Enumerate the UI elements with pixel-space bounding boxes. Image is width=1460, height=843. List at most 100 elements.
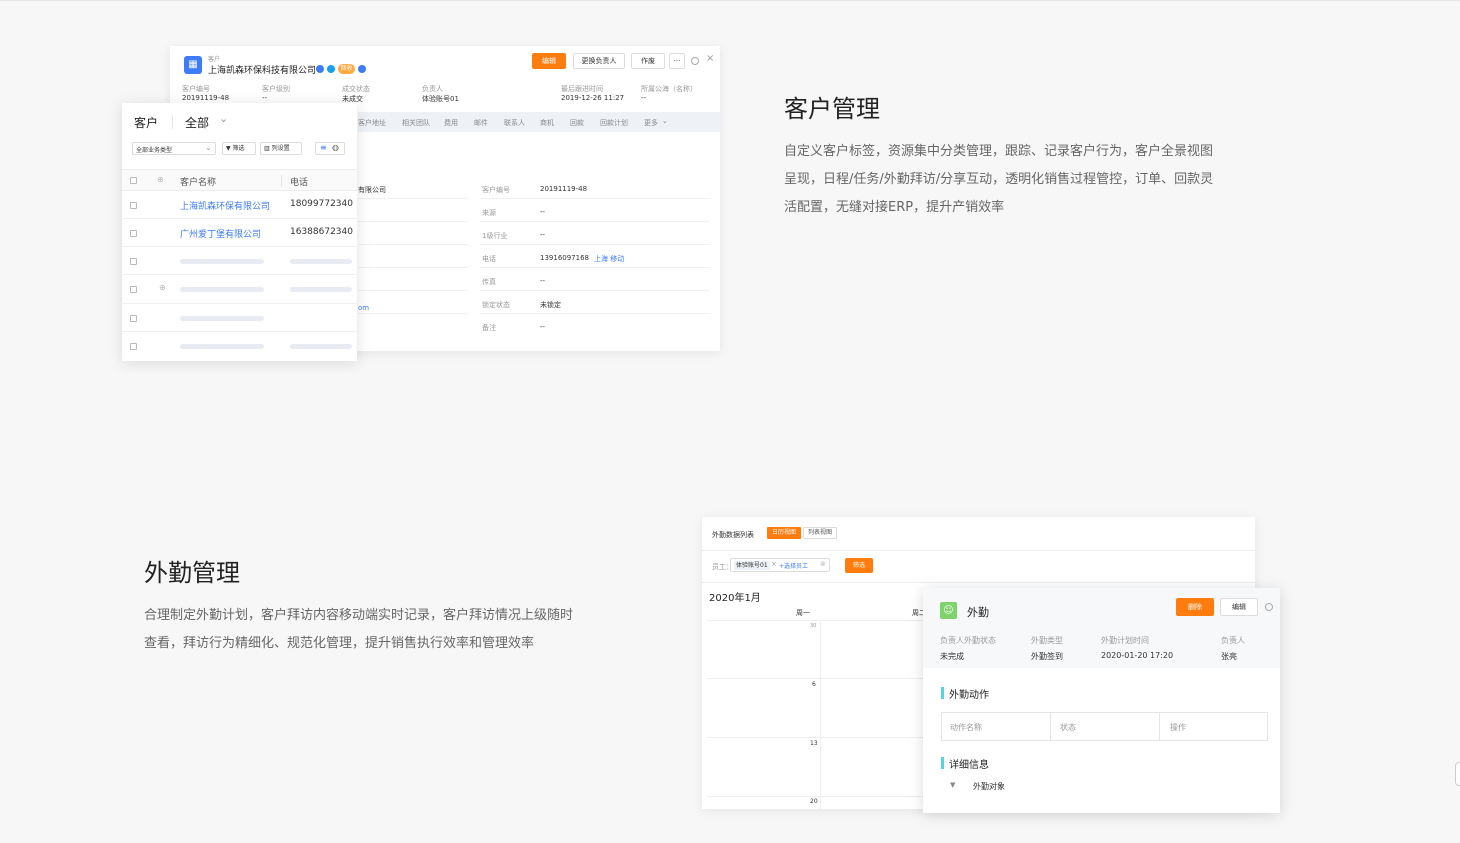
tab-opportunity[interactable]: 商机 bbox=[540, 118, 554, 128]
summary-label: 所属公海（名称） bbox=[641, 85, 697, 93]
calendar-date[interactable]: 6 bbox=[812, 681, 816, 688]
more-options-button[interactable]: ··· bbox=[669, 53, 685, 69]
field-value: -- bbox=[540, 323, 546, 331]
caret-down-icon[interactable]: ▼ bbox=[950, 781, 955, 789]
tab-email[interactable]: 邮件 bbox=[474, 118, 488, 128]
contact-badge-icon[interactable] bbox=[316, 65, 324, 73]
status-badge: 回收 bbox=[338, 64, 355, 74]
calendar-date[interactable]: 30 bbox=[810, 623, 816, 629]
tab-address[interactable]: 客户地址 bbox=[358, 118, 386, 128]
clear-icon[interactable]: ⊗ bbox=[820, 560, 826, 568]
customer-phone: 16388672340 bbox=[290, 227, 353, 237]
delete-button[interactable]: 删除 bbox=[1176, 598, 1214, 616]
edit-button[interactable]: 编辑 bbox=[1220, 598, 1258, 616]
customer-name-link[interactable]: 上海凯森环保有限公司 bbox=[180, 199, 270, 212]
type-filter-select[interactable]: 全部业务类型 ⌄ bbox=[132, 142, 216, 155]
filter-button[interactable]: ▼ 筛选 bbox=[222, 142, 256, 155]
filter-icon: ▼ bbox=[226, 145, 231, 152]
desc-line: 查看，拜访行为精细化、规范化管理，提升销售执行效率和管理效率 bbox=[144, 636, 535, 651]
customer-name-link[interactable]: 广州爱丁堡有限公司 bbox=[180, 227, 261, 240]
tab-payment-plan[interactable]: 回款计划 bbox=[600, 118, 628, 128]
type-filter-value: 全部业务类型 bbox=[136, 147, 173, 154]
partial-email-text[interactable]: om bbox=[358, 304, 369, 312]
calendar-date[interactable]: 13 bbox=[810, 740, 818, 747]
column-phone[interactable]: 电话 bbox=[290, 175, 308, 188]
desc-line: 自定义客户标签，资源集中分类管理，跟踪、记录客户行为，客户全景视图 bbox=[784, 144, 1214, 159]
summary-label: 成交状态 bbox=[342, 85, 370, 93]
refresh-icon[interactable] bbox=[1265, 603, 1273, 611]
field-value: 未锁定 bbox=[540, 301, 561, 309]
row-checkbox[interactable] bbox=[130, 286, 137, 293]
view-toggle[interactable]: ≡ ◍ bbox=[315, 142, 345, 155]
scope-selector[interactable]: 全部 bbox=[185, 114, 209, 131]
table-row[interactable]: 上海凯森环保有限公司 18099772340 bbox=[122, 191, 357, 219]
list-view-icon[interactable]: ≡ bbox=[320, 143, 327, 152]
staff-select[interactable]: 体验账号01 × +选择员工 ⊗ bbox=[730, 558, 830, 572]
field-detail-card: ☺ 外勤 删除 编辑 负责人外勤状态 未完成 外勤类型 外勤签到 外勤计划时间 … bbox=[923, 588, 1280, 813]
field-label: 电话 bbox=[482, 255, 496, 263]
partial-company-text: 有限公司 bbox=[358, 186, 386, 194]
tab-team[interactable]: 相关团队 bbox=[402, 118, 430, 128]
row-checkbox[interactable] bbox=[130, 343, 137, 350]
person-icon: ☺ bbox=[940, 602, 957, 619]
change-owner-button[interactable]: 更换负责人 bbox=[573, 53, 625, 69]
info-label: 外勤计划时间 bbox=[1101, 636, 1149, 645]
star-badge-icon[interactable] bbox=[358, 65, 366, 73]
globe-view-icon[interactable]: ◍ bbox=[332, 143, 339, 152]
field-label: 传真 bbox=[482, 278, 496, 286]
filter-button[interactable]: 筛选 bbox=[845, 558, 873, 573]
share-badge-icon[interactable] bbox=[327, 65, 335, 73]
calendar-month: 2020年1月 bbox=[709, 593, 761, 604]
details-heading: 详细信息 bbox=[949, 760, 989, 771]
tab-list-view[interactable]: 列表视图 bbox=[803, 527, 837, 539]
tab-contacts[interactable]: 联系人 bbox=[504, 118, 525, 128]
info-label: 负责人 bbox=[1221, 636, 1245, 645]
select-all-checkbox[interactable] bbox=[130, 177, 137, 184]
weekday-header: 周一 bbox=[796, 609, 810, 617]
edit-button[interactable]: 编辑 bbox=[532, 53, 566, 69]
table-row[interactable]: 广州爱丁堡有限公司 16388672340 bbox=[122, 219, 357, 247]
summary-value: -- bbox=[262, 94, 268, 102]
column-name[interactable]: 客户名称 bbox=[180, 175, 216, 188]
field-label: 备注 bbox=[482, 324, 496, 332]
select-staff-link[interactable]: +选择员工 bbox=[779, 561, 808, 570]
side-drawer-handle[interactable] bbox=[1455, 762, 1460, 786]
field-list-title: 外勤数据列表 bbox=[712, 531, 754, 539]
company-name: 上海凯森环保科技有限公司 bbox=[208, 66, 317, 76]
columns-icon: ▥ bbox=[264, 145, 270, 152]
row-checkbox[interactable] bbox=[130, 230, 137, 237]
row-checkbox[interactable] bbox=[130, 258, 137, 265]
field-value: -- bbox=[540, 208, 546, 216]
actions-heading: 外勤动作 bbox=[949, 690, 989, 701]
column-settings-button[interactable]: ▥ 列设置 bbox=[260, 142, 302, 155]
target-label[interactable]: 外勤对象 bbox=[973, 781, 1005, 792]
customer-phone: 18099772340 bbox=[290, 199, 353, 209]
row-checkbox[interactable] bbox=[130, 202, 137, 209]
filter-label: 筛选 bbox=[232, 145, 245, 152]
field-label: 来源 bbox=[482, 209, 496, 217]
close-icon[interactable]: × bbox=[706, 53, 714, 64]
desc-line: 合理制定外勤计划，客户拜访内容移动端实时记录，客户拜访情况上级随时 bbox=[144, 608, 574, 623]
tab-expense[interactable]: 费用 bbox=[444, 118, 458, 128]
summary-label: 负责人 bbox=[422, 85, 443, 93]
list-title: 客户 bbox=[134, 116, 159, 130]
close-icon[interactable]: × bbox=[771, 560, 777, 568]
summary-label: 客户编号 bbox=[182, 85, 210, 93]
row-checkbox[interactable] bbox=[130, 315, 137, 322]
chevron-down-icon[interactable]: ⌄ bbox=[219, 112, 228, 125]
info-label: 负责人外勤状态 bbox=[940, 636, 996, 645]
summary-value: 2019-12-26 11:27 bbox=[561, 94, 625, 102]
tab-more[interactable]: 更多 bbox=[644, 118, 658, 128]
chevron-down-icon[interactable]: ⌄ bbox=[662, 117, 668, 125]
tab-payment[interactable]: 回款 bbox=[570, 118, 584, 128]
void-button[interactable]: 作废 bbox=[631, 53, 665, 69]
summary-value: -- bbox=[641, 94, 647, 102]
info-label: 外勤类型 bbox=[1031, 636, 1063, 645]
field-label: 锁定状态 bbox=[482, 301, 510, 309]
tab-calendar-view[interactable]: 日历视图 bbox=[767, 527, 801, 539]
info-value: 未完成 bbox=[940, 652, 964, 661]
refresh-icon[interactable] bbox=[691, 57, 699, 65]
pin-icon: ⊕ bbox=[157, 175, 164, 184]
calendar-date[interactable]: 20 bbox=[810, 798, 818, 805]
skeleton-row bbox=[122, 332, 357, 361]
